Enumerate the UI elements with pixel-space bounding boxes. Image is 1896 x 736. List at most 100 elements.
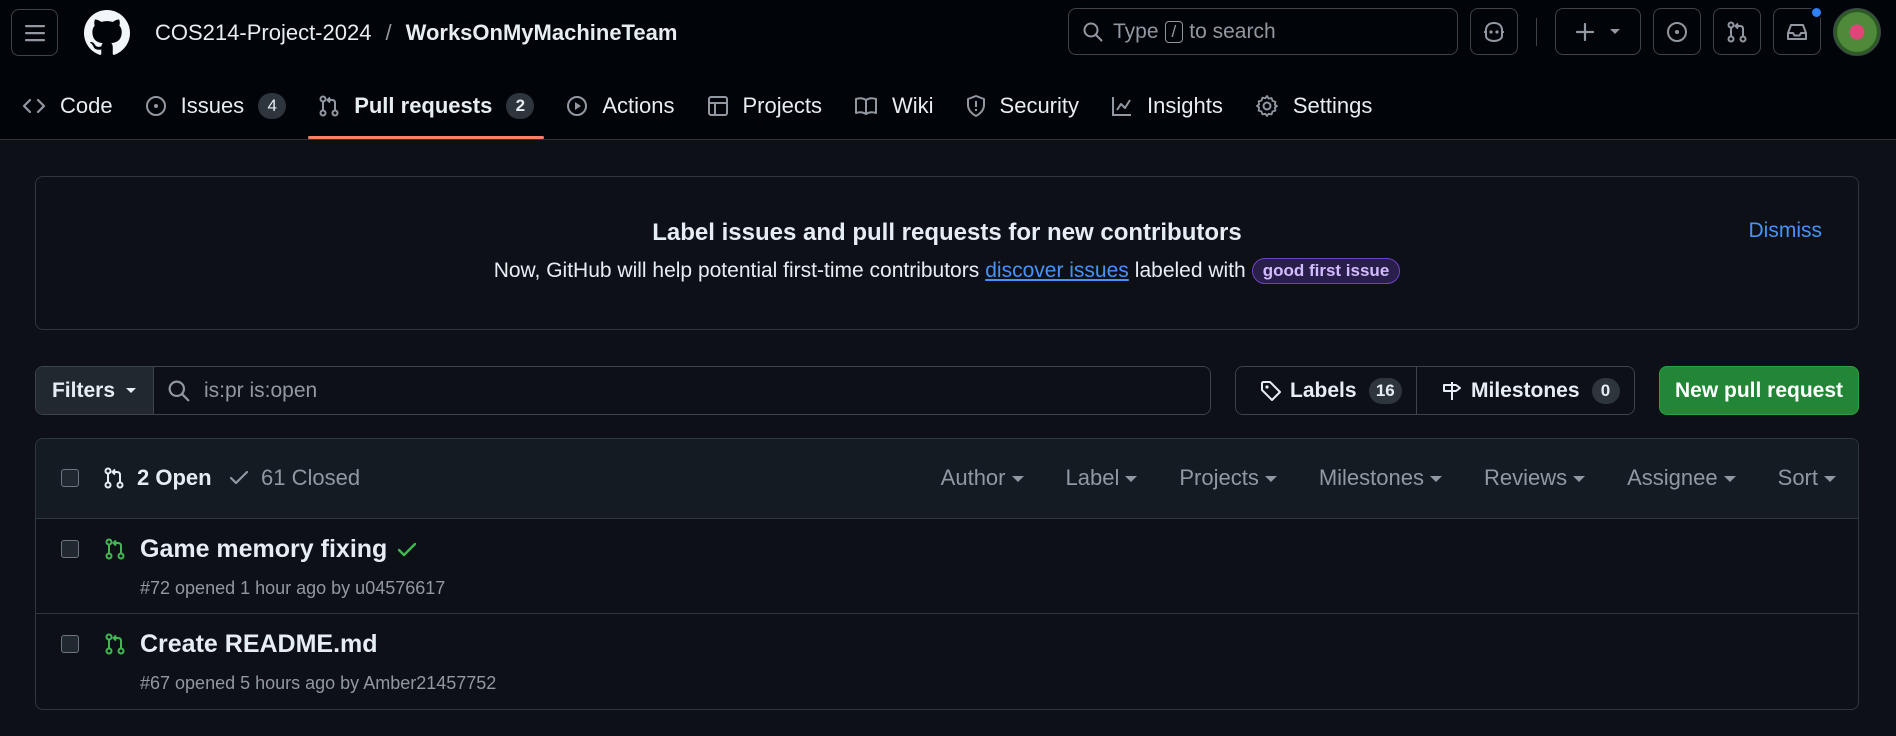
- new-pull-request-button[interactable]: New pull request: [1659, 366, 1859, 415]
- tab-code[interactable]: Code: [12, 82, 123, 130]
- issue-opened-icon: [1666, 21, 1688, 43]
- closed-count-label: 61 Closed: [261, 465, 361, 490]
- search-icon: [168, 380, 190, 402]
- pr-title-link[interactable]: Create README.md: [140, 630, 378, 659]
- search-placeholder-suffix: to search: [1189, 19, 1276, 43]
- list-filter-menus: Author Label Projects Milestones Reviews…: [899, 465, 1836, 491]
- check-icon: [229, 470, 249, 486]
- row-checkbox[interactable]: [61, 635, 79, 653]
- hamburger-icon: [24, 23, 46, 43]
- repo-nav: Code Issues 4 Pull requests 2 Actions Pr…: [0, 82, 1382, 140]
- labels-milestones-group: Labels 16 Milestones 0: [1235, 366, 1635, 415]
- banner-text-before: Now, GitHub will help potential first-ti…: [493, 259, 980, 282]
- breadcrumb-separator: /: [385, 20, 392, 45]
- list-item: Create README.md #67 opened 5 hours ago …: [36, 614, 1858, 709]
- caret-down-icon: [1429, 476, 1442, 482]
- search-icon: [1083, 22, 1103, 42]
- caret-down-icon: [1264, 476, 1277, 482]
- tab-actions[interactable]: Actions: [556, 82, 684, 130]
- closed-filter[interactable]: 61 Closed: [229, 465, 360, 491]
- open-filter[interactable]: 2 Open: [103, 465, 212, 491]
- good-first-issue-label: good first issue: [1251, 258, 1401, 284]
- breadcrumb: COS214-Project-2024 / WorksOnMyMachineTe…: [155, 18, 677, 48]
- milestones-button[interactable]: Milestones 0: [1417, 367, 1634, 414]
- tab-wiki-label: Wiki: [891, 93, 934, 118]
- pr-title-link[interactable]: Game memory fixing: [140, 535, 417, 564]
- filter-bar: Filters is:pr is:open: [35, 366, 1211, 415]
- milestones-counter: 0: [1591, 377, 1620, 404]
- projects-menu-label: Projects: [1179, 465, 1259, 490]
- chevron-down-icon: [125, 387, 137, 395]
- caret-down-icon: [1723, 476, 1736, 482]
- pr-meta: #72 opened 1 hour ago by u04576617: [140, 578, 446, 598]
- create-new-button[interactable]: [1555, 8, 1641, 55]
- labels-button[interactable]: Labels 16: [1236, 367, 1417, 414]
- open-count-label: 2 Open: [137, 465, 212, 490]
- shield-icon: [966, 95, 986, 117]
- tab-insights-label: Insights: [1147, 93, 1223, 118]
- graph-icon: [1111, 95, 1133, 117]
- milestones-menu[interactable]: Milestones: [1319, 465, 1442, 491]
- git-pull-request-icon: [318, 95, 340, 117]
- sort-menu[interactable]: Sort: [1778, 465, 1836, 491]
- tab-issues[interactable]: Issues 4: [135, 82, 297, 130]
- your-issues-button[interactable]: [1653, 8, 1701, 55]
- select-all-checkbox[interactable]: [61, 469, 79, 487]
- tab-settings-label: Settings: [1292, 93, 1373, 118]
- filters-button[interactable]: Filters: [36, 367, 154, 414]
- open-pull-request-icon: [104, 537, 126, 561]
- banner-text-after: labeled with: [1134, 259, 1246, 282]
- new-contributors-banner: Label issues and pull requests for new c…: [35, 176, 1859, 330]
- check-icon[interactable]: [397, 542, 417, 558]
- search-shortcut-key: /: [1164, 20, 1184, 43]
- filters-button-label: Filters: [51, 378, 116, 402]
- pull-requests-counter: 2: [506, 93, 535, 119]
- tab-security[interactable]: Security: [956, 82, 1089, 130]
- book-icon: [854, 96, 878, 116]
- tab-settings[interactable]: Settings: [1245, 82, 1383, 130]
- dismiss-button[interactable]: Dismiss: [1749, 219, 1823, 243]
- banner-title: Label issues and pull requests for new c…: [652, 219, 1242, 246]
- author-menu-label: Author: [940, 465, 1006, 490]
- header-divider: [1536, 18, 1537, 46]
- tab-insights[interactable]: Insights: [1101, 82, 1233, 130]
- tab-pull-requests-label: Pull requests: [354, 93, 493, 118]
- search-input[interactable]: Type / to search: [1068, 8, 1458, 55]
- tab-issues-label: Issues: [180, 93, 245, 118]
- caret-down-icon: [1824, 476, 1836, 482]
- notification-indicator: [1810, 6, 1823, 19]
- author-menu[interactable]: Author: [941, 465, 1024, 491]
- your-pull-requests-button[interactable]: [1713, 8, 1761, 55]
- avatar[interactable]: [1833, 8, 1881, 56]
- issues-counter: 4: [258, 93, 287, 119]
- git-pull-request-icon: [103, 467, 125, 489]
- chevron-down-icon: [1609, 28, 1621, 36]
- tab-pull-requests[interactable]: Pull requests 2: [308, 82, 545, 139]
- repo-link[interactable]: WorksOnMyMachineTeam: [406, 20, 678, 46]
- github-logo-icon[interactable]: [84, 10, 130, 56]
- caret-down-icon: [1573, 476, 1586, 482]
- assignee-menu[interactable]: Assignee: [1627, 465, 1736, 491]
- list-item: Game memory fixing #72 opened 1 hour ago…: [36, 519, 1858, 614]
- filter-search-input[interactable]: is:pr is:open: [154, 367, 1210, 414]
- caret-down-icon: [1125, 476, 1138, 482]
- tag-icon: [1260, 380, 1282, 402]
- copilot-icon: [1482, 21, 1506, 43]
- pr-title-text: Game memory fixing: [140, 535, 388, 563]
- open-pull-request-icon: [104, 632, 126, 656]
- menu-button[interactable]: [11, 9, 58, 56]
- tab-projects[interactable]: Projects: [697, 82, 832, 130]
- inbox-icon: [1786, 22, 1808, 42]
- plus-icon: [1575, 22, 1595, 42]
- projects-menu[interactable]: Projects: [1179, 465, 1277, 491]
- row-checkbox[interactable]: [61, 540, 79, 558]
- tab-wiki[interactable]: Wiki: [844, 82, 944, 130]
- owner-link[interactable]: COS214-Project-2024: [155, 20, 371, 46]
- caret-down-icon: [1011, 476, 1024, 482]
- label-menu[interactable]: Label: [1066, 465, 1138, 491]
- reviews-menu[interactable]: Reviews: [1484, 465, 1586, 491]
- copilot-button[interactable]: [1470, 8, 1518, 55]
- gear-icon: [1255, 94, 1279, 118]
- play-icon: [566, 95, 588, 117]
- discover-issues-link[interactable]: discover issues: [985, 259, 1129, 283]
